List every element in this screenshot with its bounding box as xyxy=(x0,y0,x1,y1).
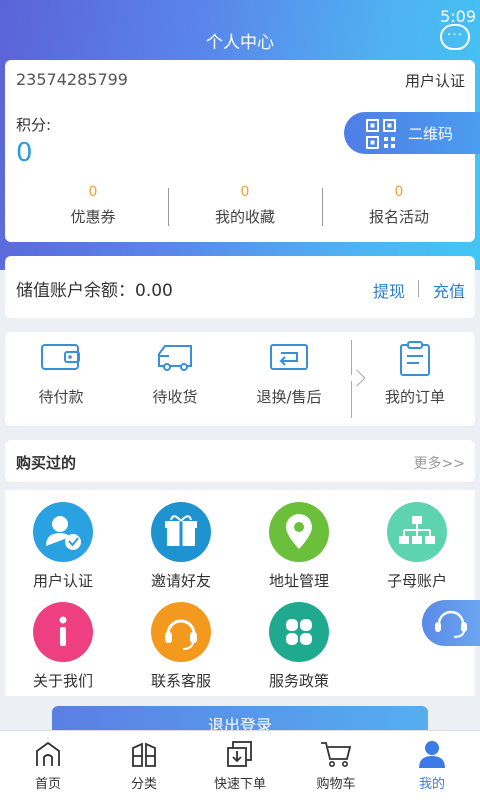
clipboard-icon xyxy=(400,341,430,376)
nav-label: 购物车 xyxy=(316,777,356,792)
truck-icon xyxy=(158,345,192,371)
service-policy[interactable]: 服务政策 xyxy=(241,602,357,691)
stat-count: 0 xyxy=(240,184,250,200)
nav-label: 分类 xyxy=(130,777,157,792)
nav-cart[interactable]: 购物车 xyxy=(288,731,384,800)
balance-text: 储值账户余额：0.00 xyxy=(16,281,173,301)
order-label: 待付款 xyxy=(38,388,84,406)
service-label: 服务政策 xyxy=(268,672,329,690)
quick-order-icon xyxy=(227,741,252,767)
service-icon-circle xyxy=(33,602,93,662)
service-label: 地址管理 xyxy=(268,572,329,590)
service-user-verify[interactable]: 用户认证 xyxy=(5,502,121,591)
service-icon-circle xyxy=(387,502,447,562)
home-icon xyxy=(36,741,60,766)
order-pending-delivery[interactable]: 待收货 xyxy=(117,340,233,407)
service-label: 联系客服 xyxy=(150,672,211,690)
profile-icon xyxy=(419,741,445,768)
nav-label: 我的 xyxy=(418,777,445,792)
service-sub-accounts[interactable]: 子母账户 xyxy=(359,502,475,591)
service-customer-support[interactable]: 联系客服 xyxy=(123,602,239,691)
stat-coupons[interactable]: 0 优惠券 xyxy=(15,184,171,227)
nav-profile[interactable]: 我的 xyxy=(384,731,480,800)
stat-label: 报名活动 xyxy=(368,208,429,226)
user-verify-icon xyxy=(46,516,81,550)
order-label: 退换/售后 xyxy=(256,388,322,406)
chat-bubble-icon[interactable]: ··· xyxy=(440,24,470,50)
profile-card: 23574285799 用户认证 积分: 0 二维码 0 优惠券 0 我的收藏 … xyxy=(5,60,480,242)
stat-label: 优惠券 xyxy=(70,208,116,226)
service-icon-circle xyxy=(33,502,93,562)
services-grid: 用户认证 邀请好友 地址管理 子母账户 关于我们 联系客服 服务政策 xyxy=(5,490,475,696)
cart-icon xyxy=(321,742,352,767)
balance-card: 储值账户余额：0.00 提现 充值 xyxy=(5,256,475,318)
headset-icon xyxy=(165,619,197,650)
service-label: 关于我们 xyxy=(32,672,93,690)
floating-support-button[interactable] xyxy=(422,600,480,646)
headset-icon xyxy=(435,610,467,638)
order-pending-payment[interactable]: 待付款 xyxy=(3,340,119,407)
qr-code-icon xyxy=(366,119,396,149)
service-icon-circle xyxy=(269,502,329,562)
withdraw-link[interactable]: 提现 xyxy=(373,278,405,302)
qr-code-label: 二维码 xyxy=(408,125,454,143)
order-returns[interactable]: 退换/售后 xyxy=(231,340,347,407)
service-invite[interactable]: 邀请好友 xyxy=(123,502,239,591)
gift-icon xyxy=(165,515,197,546)
account-number: 23574285799 xyxy=(16,70,128,89)
more-link[interactable]: 更多>> xyxy=(414,453,465,473)
service-label: 子母账户 xyxy=(386,572,447,590)
nav-home[interactable]: 首页 xyxy=(0,731,96,800)
stat-label: 我的收藏 xyxy=(214,208,275,226)
service-label: 用户认证 xyxy=(32,572,93,590)
my-orders[interactable]: 我的订单 xyxy=(357,340,473,407)
user-verify-link[interactable]: 用户认证 xyxy=(405,70,465,91)
stat-favorites[interactable]: 0 我的收藏 xyxy=(167,184,323,227)
nav-quick-order[interactable]: 快速下单 xyxy=(192,731,288,800)
service-about-us[interactable]: 关于我们 xyxy=(5,602,121,691)
category-icon xyxy=(132,742,156,767)
stat-count: 0 xyxy=(88,184,98,200)
points-label: 积分: xyxy=(16,116,52,134)
stat-count: 0 xyxy=(394,184,404,200)
purchased-title: 购买过的 xyxy=(16,454,77,472)
bottom-nav: 首页 分类 快速下单 购物车 我的 xyxy=(0,730,480,800)
stat-events[interactable]: 0 报名活动 xyxy=(321,184,477,227)
order-label: 待收货 xyxy=(152,388,198,406)
service-icon-circle xyxy=(151,602,211,662)
return-box-icon xyxy=(270,344,308,370)
nav-label: 首页 xyxy=(34,777,61,792)
nav-category[interactable]: 分类 xyxy=(96,731,192,800)
wallet-icon xyxy=(41,344,80,370)
points-value: 0 xyxy=(16,138,33,168)
topup-link[interactable]: 充值 xyxy=(433,278,465,302)
nav-label: 快速下单 xyxy=(213,777,266,792)
page-title: 个人中心 xyxy=(206,33,274,53)
clover-icon xyxy=(286,619,312,645)
info-icon xyxy=(59,616,67,646)
service-icon-circle xyxy=(269,602,329,662)
orders-card: 待付款 待收货 退换/售后 我的订单 xyxy=(5,332,475,426)
org-chart-icon xyxy=(399,516,435,544)
link-divider xyxy=(418,280,419,297)
purchased-section: 购买过的 更多>> xyxy=(5,440,475,482)
service-address[interactable]: 地址管理 xyxy=(241,502,357,591)
qr-code-button[interactable]: 二维码 xyxy=(344,112,480,154)
order-label: 我的订单 xyxy=(384,388,445,406)
service-label: 邀请好友 xyxy=(150,572,211,590)
service-icon-circle xyxy=(151,502,211,562)
location-pin-icon xyxy=(286,514,312,549)
